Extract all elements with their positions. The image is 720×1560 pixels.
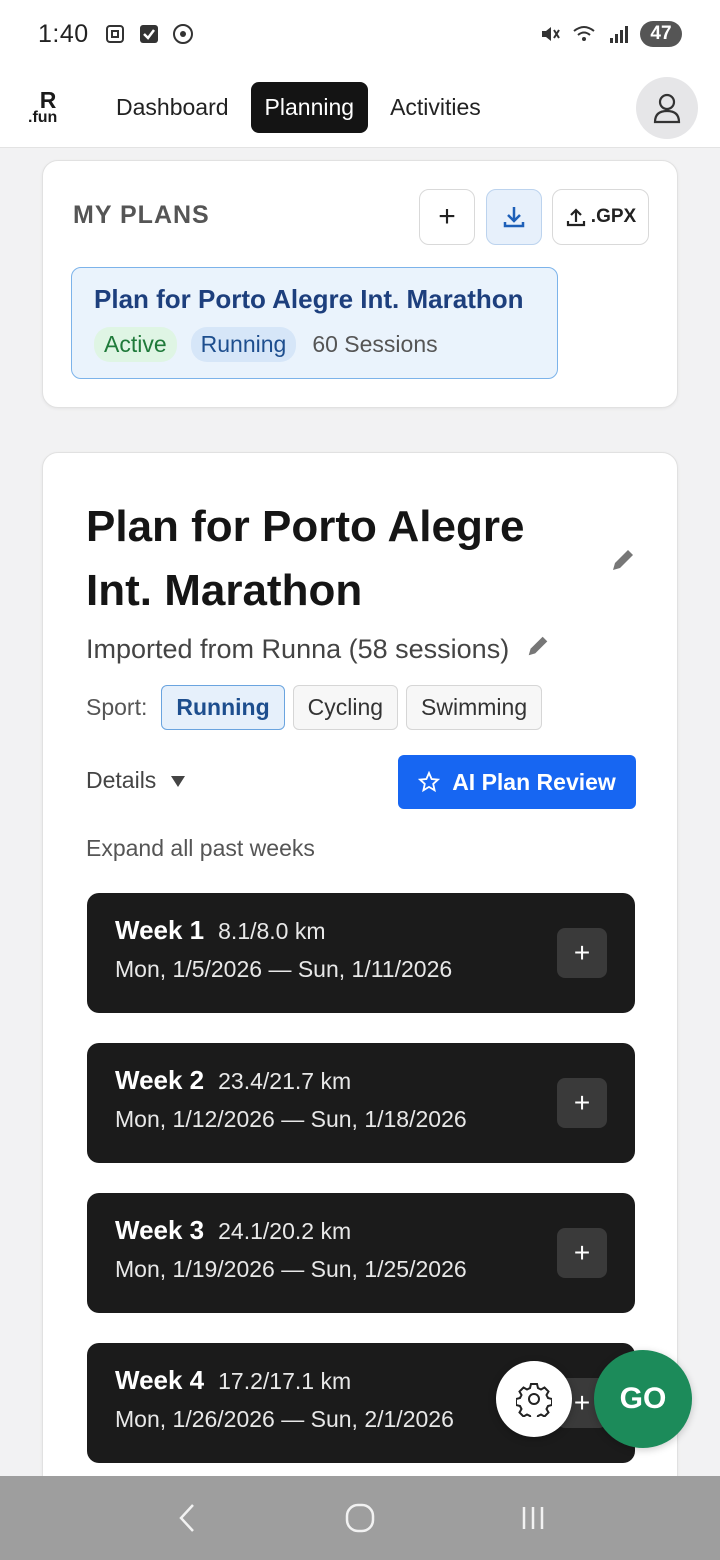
tab-activities[interactable]: Activities bbox=[376, 82, 495, 133]
week-distance: 8.1/8.0 km bbox=[218, 918, 326, 944]
add-session-button[interactable]: + bbox=[557, 1078, 607, 1128]
user-icon bbox=[653, 93, 681, 123]
sport-badge: Running bbox=[190, 327, 297, 362]
back-button[interactable] bbox=[157, 1488, 217, 1548]
week-name: Week 2 bbox=[115, 1065, 205, 1095]
sport-option-running[interactable]: Running bbox=[161, 685, 285, 730]
status-badge: Active bbox=[94, 327, 177, 362]
sessions-count: 60 Sessions bbox=[312, 331, 438, 357]
add-session-button[interactable]: + bbox=[557, 928, 607, 978]
sport-label: Sport: bbox=[86, 694, 148, 720]
my-plans-card: MY PLANS + .GPX Plan for Porto Alegre In… bbox=[42, 160, 678, 408]
week-dates: Mon, 1/19/2026 — Sun, 1/25/2026 bbox=[115, 1256, 467, 1282]
week-name: Week 3 bbox=[115, 1215, 205, 1245]
ai-review-label: AI Plan Review bbox=[452, 768, 616, 795]
status-time: 1:40 bbox=[38, 19, 89, 48]
details-label: Details bbox=[86, 767, 157, 793]
home-button[interactable] bbox=[330, 1488, 390, 1548]
sport-option-cycling[interactable]: Cycling bbox=[292, 685, 399, 730]
add-session-button[interactable]: + bbox=[557, 1228, 607, 1278]
week-distance: 23.4/21.7 km bbox=[218, 1068, 352, 1094]
checkbox-icon bbox=[137, 22, 161, 46]
upload-icon bbox=[566, 208, 585, 227]
plan-detail-card: Plan for Porto Alegre Int. Marathon Impo… bbox=[42, 452, 678, 1552]
edit-subtitle-icon[interactable] bbox=[525, 633, 551, 666]
week-card[interactable]: Week 1 8.1/8.0 km Mon, 1/5/2026 — Sun, 1… bbox=[87, 893, 635, 1013]
sport-selector: Sport: Running Cycling Swimming bbox=[86, 685, 543, 730]
download-icon bbox=[503, 207, 525, 228]
home-icon bbox=[345, 1503, 375, 1533]
details-toggle[interactable]: Details bbox=[86, 767, 186, 794]
week-name: Week 4 bbox=[115, 1365, 205, 1395]
recents-icon bbox=[523, 1507, 544, 1529]
signal-icon bbox=[606, 22, 630, 46]
mute-icon bbox=[538, 22, 562, 46]
back-icon bbox=[178, 1504, 194, 1532]
go-button[interactable]: GO bbox=[594, 1350, 692, 1448]
week-name: Week 1 bbox=[115, 915, 205, 945]
status-right-icons: 47 bbox=[538, 21, 682, 47]
settings-button[interactable] bbox=[496, 1361, 572, 1437]
tab-planning[interactable]: Planning bbox=[250, 82, 369, 133]
target-icon bbox=[171, 22, 195, 46]
recents-button[interactable] bbox=[503, 1488, 563, 1548]
app-logo[interactable]: R .fun bbox=[28, 89, 68, 126]
system-nav-bar bbox=[0, 1476, 720, 1560]
plan-title: Plan for Porto Alegre Int. Marathon bbox=[86, 502, 525, 615]
sport-option-swimming[interactable]: Swimming bbox=[406, 685, 543, 730]
plan-item-title: Plan for Porto Alegre Int. Marathon bbox=[94, 284, 524, 314]
battery-badge: 47 bbox=[640, 21, 682, 47]
week-card[interactable]: Week 2 23.4/21.7 km Mon, 1/12/2026 — Sun… bbox=[87, 1043, 635, 1163]
wifi-icon bbox=[572, 22, 596, 46]
screenshot-icon bbox=[103, 22, 127, 46]
star-icon bbox=[418, 771, 441, 793]
logo-fun: .fun bbox=[28, 109, 58, 126]
gear-icon bbox=[516, 1383, 552, 1417]
plan-subtitle: Imported from Runna (58 sessions) bbox=[86, 634, 510, 664]
status-left-icons bbox=[103, 22, 195, 46]
app-header: R .fun Dashboard Planning Activities bbox=[0, 68, 720, 148]
caret-down-icon bbox=[171, 775, 186, 787]
week-distance: 17.2/17.1 km bbox=[218, 1368, 352, 1394]
gpx-label: .GPX bbox=[590, 206, 637, 227]
plan-item-tags: Active Running 60 Sessions bbox=[94, 327, 535, 362]
week-dates: Mon, 1/12/2026 — Sun, 1/18/2026 bbox=[115, 1106, 467, 1132]
status-bar: 1:40 47 bbox=[0, 0, 720, 68]
upload-gpx-button[interactable]: .GPX bbox=[552, 189, 649, 245]
edit-title-icon[interactable] bbox=[609, 546, 637, 579]
tab-dashboard[interactable]: Dashboard bbox=[102, 82, 243, 133]
my-plans-title: MY PLANS bbox=[73, 201, 210, 229]
week-card[interactable]: Week 3 24.1/20.2 km Mon, 1/19/2026 — Sun… bbox=[87, 1193, 635, 1313]
avatar[interactable] bbox=[636, 76, 698, 139]
plan-list-item[interactable]: Plan for Porto Alegre Int. Marathon Acti… bbox=[71, 267, 558, 379]
week-dates: Mon, 1/5/2026 — Sun, 1/11/2026 bbox=[115, 956, 453, 982]
download-plan-button[interactable] bbox=[486, 189, 542, 245]
plan-subtitle-row: Imported from Runna (58 sessions) bbox=[86, 633, 551, 666]
ai-plan-review-button[interactable]: AI Plan Review bbox=[398, 755, 636, 809]
week-distance: 24.1/20.2 km bbox=[218, 1218, 352, 1244]
expand-past-weeks-link[interactable]: Expand all past weeks bbox=[86, 835, 315, 862]
add-plan-button[interactable]: + bbox=[419, 189, 475, 245]
